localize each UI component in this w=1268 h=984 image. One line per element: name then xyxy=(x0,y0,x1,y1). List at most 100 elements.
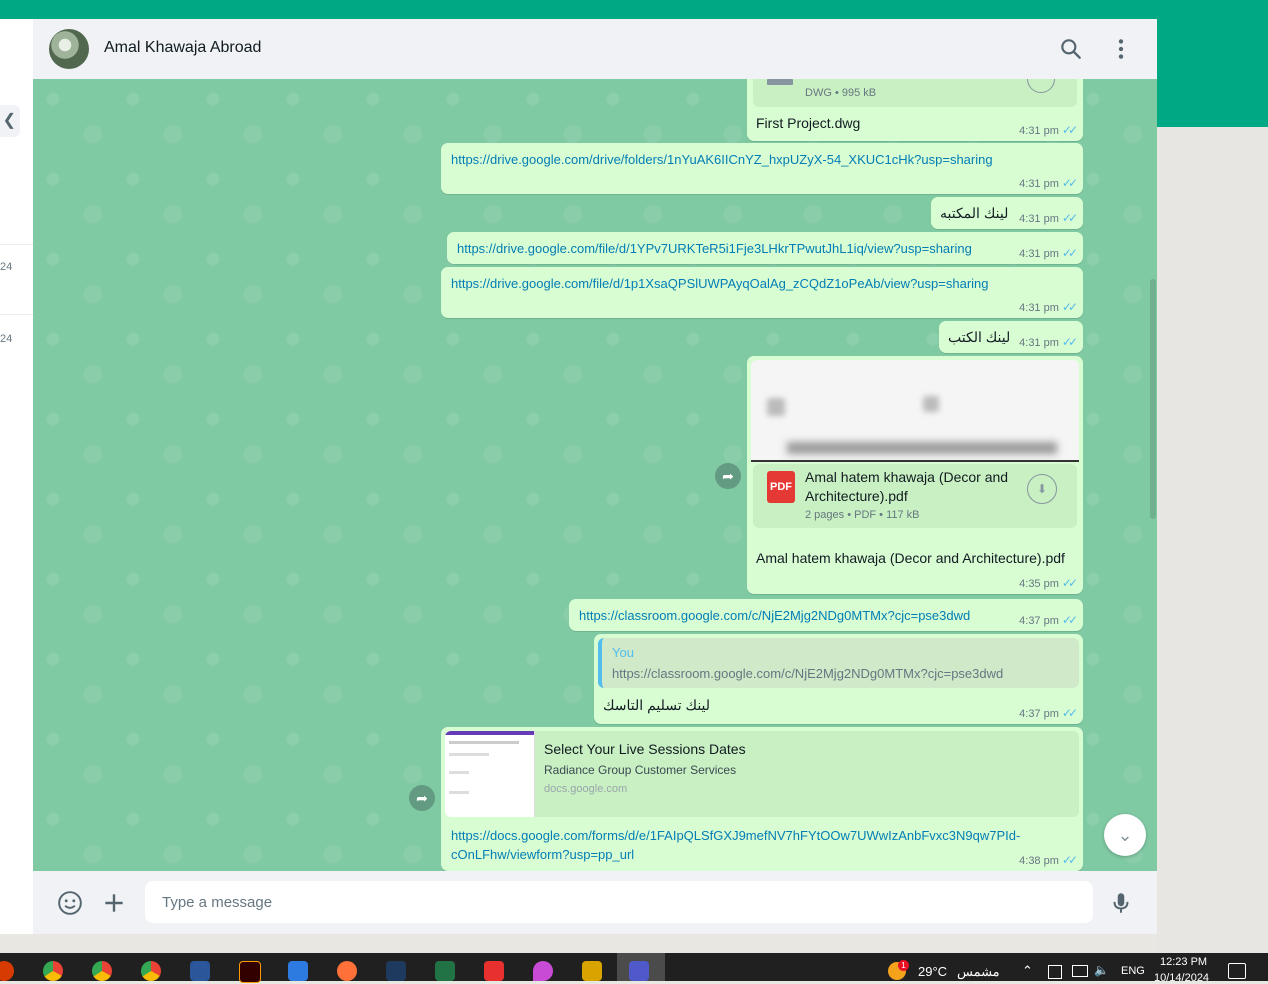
app-icon[interactable] xyxy=(386,961,406,981)
download-icon[interactable]: ⬇ xyxy=(1027,474,1057,504)
message-time: 4:31 pm xyxy=(1019,125,1059,137)
chrome-icon[interactable] xyxy=(43,961,63,981)
contact-avatar[interactable] xyxy=(49,29,89,69)
double-check-icon: ✓✓ xyxy=(1061,300,1078,314)
message-link-line[interactable]: https://docs.google.com/forms/d/e/1FAIpQ… xyxy=(451,826,1020,845)
pdf-thumbnail[interactable] xyxy=(751,360,1079,462)
message-bubble-file[interactable]: DWG • 995 kB First Project.dwg 4:31 pm ✓✓ xyxy=(747,79,1083,141)
double-check-icon: ✓✓ xyxy=(1061,176,1078,190)
menu-kebab-icon[interactable] xyxy=(1108,36,1134,62)
message-bubble-link-preview[interactable]: Select Your Live Sessions Dates Radiance… xyxy=(441,727,1083,871)
message-meta: 4:37 pm ✓✓ xyxy=(1019,613,1078,627)
double-check-icon: ✓✓ xyxy=(1061,246,1078,260)
double-check-icon: ✓✓ xyxy=(1061,123,1078,137)
message-link[interactable]: https://classroom.google.com/c/NjE2Mjg2N… xyxy=(579,608,970,623)
app-icon[interactable] xyxy=(533,961,553,981)
contact-name[interactable]: Amal Khawaja Abroad xyxy=(104,39,261,57)
chevron-up-icon[interactable]: ⌃ xyxy=(1022,963,1033,979)
link-preview-card[interactable]: Select Your Live Sessions Dates Radiance… xyxy=(445,731,1079,817)
scrollbar[interactable] xyxy=(1149,79,1157,871)
weather-temp[interactable]: 29°C xyxy=(918,964,947,979)
clock-date[interactable]: 10/14/2024 xyxy=(1154,972,1209,984)
quoted-message[interactable]: You https://classroom.google.com/c/NjE2M… xyxy=(598,638,1079,688)
desktop-background xyxy=(1157,127,1268,953)
search-icon[interactable] xyxy=(1058,36,1084,62)
back-arrow-icon[interactable]: ❮ xyxy=(0,105,20,137)
message-link[interactable]: https://drive.google.com/file/d/1p1XsaQP… xyxy=(451,276,989,291)
message-meta: 4:31 pm ✓✓ xyxy=(1019,335,1078,349)
illustrator-icon[interactable] xyxy=(239,961,261,983)
double-check-icon: ✓✓ xyxy=(1061,576,1078,590)
preview-description: Radiance Group Customer Services xyxy=(544,763,737,777)
firefox-icon[interactable] xyxy=(337,961,357,981)
message-time: 4:35 pm xyxy=(1019,578,1059,590)
message-bubble-pdf[interactable]: PDF Amal hatem khawaja (Decor and Archit… xyxy=(747,356,1083,594)
file-icon xyxy=(767,79,793,85)
teams-icon[interactable] xyxy=(629,961,649,981)
attach-plus-icon[interactable] xyxy=(101,890,127,916)
message-link[interactable]: https://drive.google.com/drive/folders/1… xyxy=(451,152,993,167)
message-meta: 4:38 pm ✓✓ xyxy=(1019,853,1078,867)
message-bubble-reply[interactable]: You https://classroom.google.com/c/NjE2M… xyxy=(594,634,1083,724)
word-icon[interactable] xyxy=(190,961,210,981)
message-meta: 4:31 pm ✓✓ xyxy=(1019,300,1078,314)
file-name: Amal hatem khawaja (Decor and Architectu… xyxy=(805,469,1009,504)
forward-icon[interactable]: ➦ xyxy=(715,463,741,489)
chat-list-date: 24 xyxy=(0,261,13,273)
taskbar-active-app[interactable] xyxy=(617,953,665,981)
message-meta: 4:37 pm ✓✓ xyxy=(1019,706,1078,720)
scroll-to-bottom-button[interactable]: ⌄ xyxy=(1104,814,1146,856)
photos-icon[interactable] xyxy=(288,961,308,981)
file-meta: DWG • 995 kB xyxy=(805,87,877,99)
volume-icon[interactable]: 🔈 xyxy=(1094,963,1109,977)
double-check-icon: ✓✓ xyxy=(1061,211,1078,225)
file-card[interactable]: DWG • 995 kB xyxy=(753,79,1077,107)
message-pane[interactable]: DWG • 995 kB First Project.dwg 4:31 pm ✓✓… xyxy=(33,79,1157,871)
download-icon[interactable] xyxy=(1027,79,1055,93)
message-time: 4:38 pm xyxy=(1019,855,1059,867)
excel-icon[interactable] xyxy=(435,961,455,981)
message-bubble[interactable]: https://drive.google.com/file/d/1p1XsaQP… xyxy=(441,267,1083,318)
anydesk-icon[interactable] xyxy=(484,961,504,981)
language-indicator[interactable]: ENG xyxy=(1121,965,1145,977)
app-icon[interactable] xyxy=(0,961,14,981)
message-bubble[interactable]: لينك الكتب 4:31 pm ✓✓ xyxy=(939,321,1083,353)
message-time: 4:31 pm xyxy=(1019,248,1059,260)
weather-label[interactable]: مشمس xyxy=(957,964,1000,980)
message-bubble[interactable]: https://drive.google.com/file/d/1YPv7URK… xyxy=(447,232,1083,264)
chrome-icon[interactable] xyxy=(141,961,161,981)
message-bubble[interactable]: لينك المكتبه 4:31 pm ✓✓ xyxy=(931,197,1083,229)
app-icon[interactable] xyxy=(582,961,602,981)
network-icon[interactable] xyxy=(1072,965,1088,977)
message-link[interactable]: https://drive.google.com/file/d/1YPv7URK… xyxy=(457,241,972,256)
clock-time[interactable]: 12:23 PM xyxy=(1160,956,1207,968)
message-meta: 4:31 pm ✓✓ xyxy=(1019,246,1078,260)
emoji-icon[interactable] xyxy=(57,890,83,916)
taskbar: 1 29°C مشمس ⌃ 🔈 ENG 12:23 PM 10/14/2024 xyxy=(0,953,1268,984)
message-link-line[interactable]: cOnLFhw/viewform?usp=pp_url xyxy=(451,845,1020,864)
notifications-icon[interactable] xyxy=(1228,963,1246,979)
preview-title: Select Your Live Sessions Dates xyxy=(544,741,746,757)
message-input[interactable] xyxy=(145,881,1079,923)
quote-author: You xyxy=(612,645,634,660)
message-time: 4:37 pm xyxy=(1019,708,1059,720)
message-meta: 4:35 pm ✓✓ xyxy=(1019,576,1078,590)
chat-list-date: 24 xyxy=(0,333,13,345)
double-check-icon: ✓✓ xyxy=(1061,613,1078,627)
scrollbar-thumb[interactable] xyxy=(1150,279,1156,519)
notification-badge: 1 xyxy=(898,960,909,971)
message-time: 4:31 pm xyxy=(1019,337,1059,349)
message-bubble[interactable]: https://classroom.google.com/c/NjE2Mjg2N… xyxy=(569,599,1083,631)
file-meta: 2 pages • PDF • 117 kB xyxy=(805,509,920,521)
forward-icon[interactable]: ➦ xyxy=(409,785,435,811)
message-bubble[interactable]: https://drive.google.com/drive/folders/1… xyxy=(441,143,1083,194)
file-card[interactable]: PDF Amal hatem khawaja (Decor and Archit… xyxy=(753,464,1077,528)
chrome-icon[interactable] xyxy=(92,961,112,981)
microphone-icon[interactable] xyxy=(1108,890,1134,916)
message-time: 4:31 pm xyxy=(1019,213,1059,225)
message-meta: 4:31 pm ✓✓ xyxy=(1019,211,1078,225)
message-link[interactable]: https://docs.google.com/forms/d/e/1FAIpQ… xyxy=(451,826,1020,864)
quote-text: https://classroom.google.com/c/NjE2Mjg2N… xyxy=(612,666,1004,681)
preview-thumbnail xyxy=(445,731,535,817)
tray-icon[interactable] xyxy=(1048,965,1062,979)
